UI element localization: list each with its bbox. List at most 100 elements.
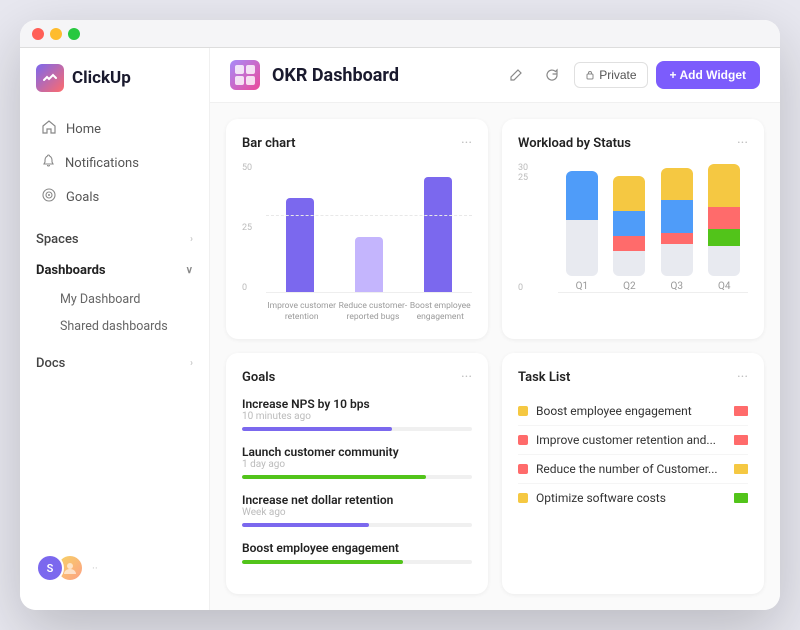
goal-progress-4 — [242, 560, 472, 564]
sidebar-dashboards-section[interactable]: Dashboards ∨ — [20, 255, 209, 286]
task-name-4: Optimize software costs — [536, 491, 726, 505]
goal-progress-2 — [242, 475, 472, 479]
stacked-bar-q1 — [566, 171, 598, 276]
stacked-bar-group-q4: Q4 — [708, 164, 740, 292]
spaces-chevron-icon: › — [190, 234, 193, 245]
stacked-bar-group-q1: Q1 — [566, 171, 598, 292]
private-label: Private — [599, 68, 636, 82]
task-dot-1 — [518, 406, 528, 416]
task-flag-2 — [734, 435, 748, 445]
notifications-label: Notifications — [65, 156, 139, 171]
close-dot[interactable] — [32, 28, 44, 40]
edit-button[interactable] — [502, 61, 530, 89]
dashboard-icon — [230, 60, 260, 90]
goal-time-2: 1 day ago — [242, 459, 472, 470]
logo-text: ClickUp — [72, 68, 131, 88]
goals-widget-menu-icon[interactable]: ··· — [461, 369, 472, 385]
private-button[interactable]: Private — [574, 62, 647, 88]
bar-label-3: Boost employeeengagement — [410, 301, 471, 323]
goals-icon — [42, 188, 56, 206]
workload-chart-menu-icon[interactable]: ··· — [737, 135, 748, 151]
goals-label: Goals — [66, 190, 99, 205]
avatar-group[interactable]: S — [36, 554, 84, 582]
spaces-label: Spaces — [36, 232, 79, 247]
task-list-menu-icon[interactable]: ··· — [737, 369, 748, 385]
home-icon — [42, 120, 56, 138]
task-dot-3 — [518, 464, 528, 474]
task-item-4: Optimize software costs — [518, 484, 748, 512]
task-list-header: Task List ··· — [518, 369, 748, 385]
goals-widget: Goals ··· Increase NPS by 10 bps 10 minu… — [226, 353, 488, 594]
goal-item-4: Boost employee engagement — [242, 541, 472, 564]
bar-group-3 — [403, 177, 472, 292]
sidebar-item-my-dashboard[interactable]: My Dashboard — [20, 286, 209, 313]
bar-chart-widget: Bar chart ··· 50 25 0 — [226, 119, 488, 339]
page-title: OKR Dashboard — [272, 65, 490, 86]
stacked-bar-q3 — [661, 168, 693, 276]
task-list-widget: Task List ··· Boost employee engagement … — [502, 353, 764, 594]
task-item-3: Reduce the number of Customer... — [518, 455, 748, 484]
goal-item-3: Increase net dollar retention Week ago — [242, 493, 472, 527]
docs-label: Docs — [36, 356, 65, 371]
task-list-title: Task List — [518, 370, 570, 385]
refresh-button[interactable] — [538, 61, 566, 89]
goal-title-3: Increase net dollar retention — [242, 493, 472, 507]
stacked-bar-group-q3: Q3 — [661, 168, 693, 292]
task-name-3: Reduce the number of Customer... — [536, 462, 726, 476]
task-dot-2 — [518, 435, 528, 445]
minimize-dot[interactable] — [50, 28, 62, 40]
workload-chart-header: Workload by Status ··· — [518, 135, 748, 151]
bar-group-1 — [266, 198, 335, 292]
dashboards-chevron-icon: ∨ — [186, 265, 193, 276]
goal-title-4: Boost employee engagement — [242, 541, 472, 555]
dashboard-grid: Bar chart ··· 50 25 0 — [210, 103, 780, 610]
goal-progress-fill-3 — [242, 523, 369, 527]
task-flag-4 — [734, 493, 748, 503]
goal-title-2: Launch customer community — [242, 445, 472, 459]
stacked-chart-area: 30 25 0 — [518, 163, 748, 323]
maximize-dot[interactable] — [68, 28, 80, 40]
task-item-2: Improve customer retention and... — [518, 426, 748, 455]
bar-chart-menu-icon[interactable]: ··· — [461, 135, 472, 151]
logo-icon — [36, 64, 64, 92]
bar-chart-labels: Improve customerretention Reduce custome… — [266, 297, 472, 323]
title-bar — [20, 20, 780, 48]
sidebar-item-home[interactable]: Home — [26, 112, 203, 146]
sidebar-item-notifications[interactable]: Notifications — [26, 146, 203, 180]
bar-chart-area: 50 25 0 — [242, 163, 472, 323]
bar-label-1: Improve customerretention — [267, 301, 336, 323]
stacked-label-q4: Q4 — [718, 281, 731, 292]
sidebar-spaces-section[interactable]: Spaces › — [20, 224, 209, 255]
goal-time-3: Week ago — [242, 507, 472, 518]
logo[interactable]: ClickUp — [20, 64, 209, 112]
bar-1 — [286, 198, 314, 292]
goal-item-2: Launch customer community 1 day ago — [242, 445, 472, 479]
goal-progress-fill-4 — [242, 560, 403, 564]
goal-progress-fill-2 — [242, 475, 426, 479]
add-widget-button[interactable]: + Add Widget — [656, 61, 760, 89]
topbar: OKR Dashboard — [210, 48, 780, 103]
goal-progress-1 — [242, 427, 472, 431]
bar-group-2 — [335, 237, 404, 292]
goal-progress-fill-1 — [242, 427, 392, 431]
goals-widget-title: Goals — [242, 370, 275, 385]
stacked-bar-q4 — [708, 164, 740, 276]
sidebar-docs-section[interactable]: Docs › — [20, 348, 209, 379]
bar-label-2: Reduce customer-reported bugs — [339, 301, 408, 323]
sidebar-item-shared-dashboards[interactable]: Shared dashboards — [20, 313, 209, 340]
expand-icon[interactable]: ·· — [92, 562, 98, 575]
task-dot-4 — [518, 493, 528, 503]
workload-yaxis: 30 25 0 — [518, 163, 528, 293]
docs-chevron-icon: › — [190, 358, 193, 369]
task-name-1: Boost employee engagement — [536, 404, 726, 418]
sidebar-item-goals[interactable]: Goals — [26, 180, 203, 214]
workload-chart-title: Workload by Status — [518, 136, 631, 151]
bar-chart-yaxis: 50 25 0 — [242, 163, 252, 293]
bar-chart-inner — [266, 163, 472, 293]
goals-widget-header: Goals ··· — [242, 369, 472, 385]
goal-title-1: Increase NPS by 10 bps — [242, 397, 472, 411]
goal-progress-3 — [242, 523, 472, 527]
bar-chart-header: Bar chart ··· — [242, 135, 472, 151]
bar-3 — [424, 177, 452, 292]
bar-2 — [355, 237, 383, 292]
